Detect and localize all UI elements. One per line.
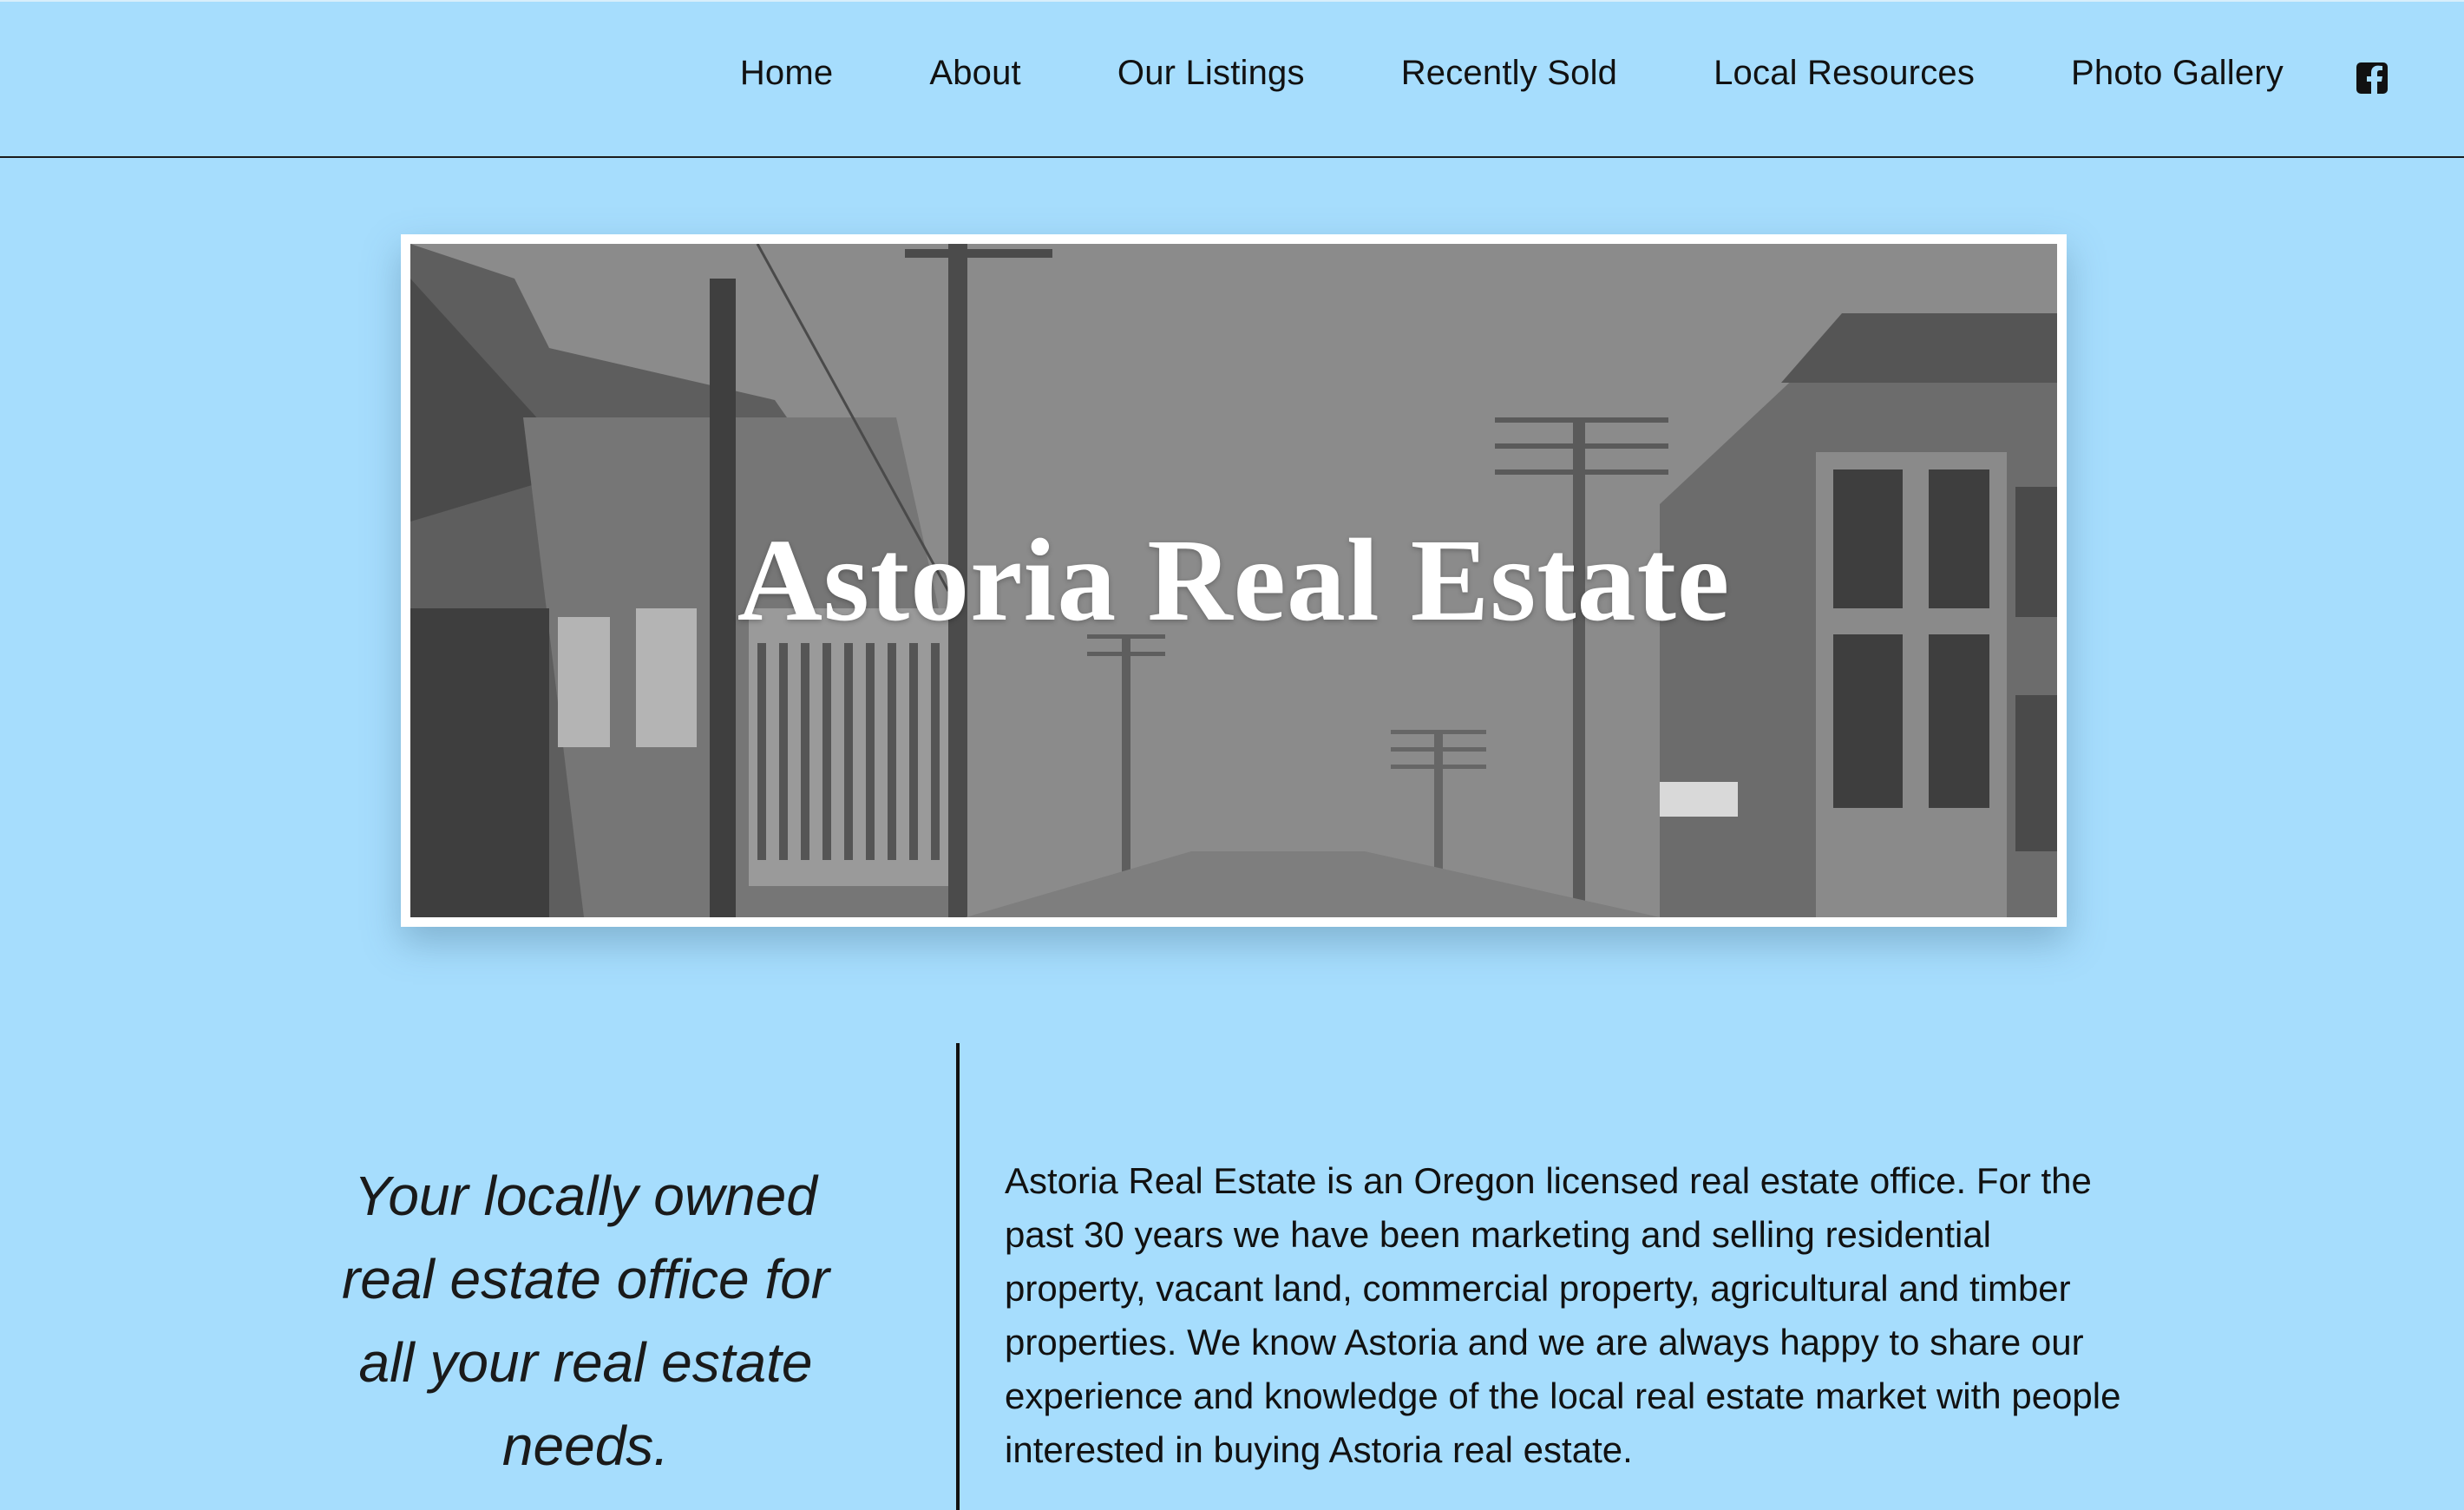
about-description: Astoria Real Estate is an Oregon license… xyxy=(1005,1160,2121,1470)
nav-our-listings-link[interactable]: Our Listings xyxy=(1117,54,1305,93)
nav-local-resources-link[interactable]: Local Resources xyxy=(1714,54,1975,93)
site-header: Home About Our Listings Recently Sold Lo… xyxy=(0,0,2464,158)
nav-about-link[interactable]: About xyxy=(929,54,1021,93)
tagline: Your locally owned real estate office fo… xyxy=(341,1165,830,1477)
hero-title: Astoria Real Estate xyxy=(737,515,1731,646)
hero-banner: Astoria Real Estate xyxy=(401,234,2067,927)
nav-home-link[interactable]: Home xyxy=(740,54,834,93)
hero-image: Astoria Real Estate xyxy=(410,244,2057,917)
main-nav: Home About Our Listings Recently Sold Lo… xyxy=(740,54,2284,93)
nav-photo-gallery-link[interactable]: Photo Gallery xyxy=(2071,54,2284,93)
vertical-divider xyxy=(956,1043,960,1510)
page: Home About Our Listings Recently Sold Lo… xyxy=(0,0,2464,1510)
nav-recently-sold-link[interactable]: Recently Sold xyxy=(1401,54,1617,93)
facebook-icon[interactable] xyxy=(2356,62,2388,94)
